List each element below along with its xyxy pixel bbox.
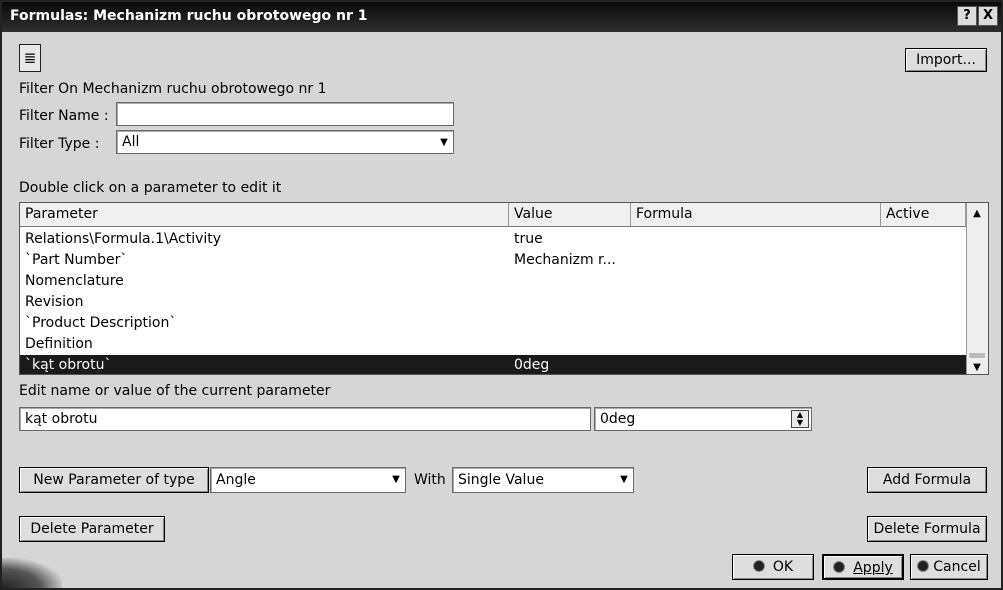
close-button[interactable]: X <box>978 6 998 26</box>
filter-type-select[interactable]: All ▼ <box>116 130 454 154</box>
chevron-down-icon: ▼ <box>620 474 628 485</box>
filter-type-label: Filter Type : <box>19 136 100 152</box>
cancel-button[interactable]: Cancel <box>910 554 988 580</box>
ok-radio-icon <box>752 560 765 572</box>
table-row[interactable]: Revision <box>20 292 966 313</box>
filter-type-value: All <box>122 134 140 150</box>
formulas-dialog: Formulas: Mechanizm ruchu obrotowego nr … <box>0 0 1003 590</box>
apply-label: Apply <box>853 560 893 576</box>
table-row[interactable]: Nomenclature <box>20 271 966 292</box>
column-header-formula[interactable]: Formula <box>631 203 881 227</box>
table-row[interactable]: `Product Description` <box>20 313 966 334</box>
parameter-cell: Relations\Formula.1\Activity <box>25 231 222 247</box>
value-cell: Mechanizm r... <box>514 252 616 268</box>
edit-label: Edit name or value of the current parame… <box>19 383 331 399</box>
column-header-parameter[interactable]: Parameter <box>20 203 509 227</box>
window-title: Formulas: Mechanizm ruchu obrotowego nr … <box>10 8 368 24</box>
table-row[interactable]: Relations\Formula.1\Activity true <box>20 229 966 250</box>
ok-label: OK <box>772 559 794 575</box>
filter-name-label: Filter Name : <box>19 108 109 124</box>
value-kind-select[interactable]: Single Value ▼ <box>452 467 634 493</box>
cancel-label: Cancel <box>933 559 981 575</box>
edit-value-text: 0deg <box>600 411 636 427</box>
edit-name-input[interactable]: kąt obrotu <box>19 407 591 431</box>
chevron-down-icon: ▼ <box>392 474 400 485</box>
table-row[interactable]: Definition <box>20 334 966 355</box>
delete-formula-button[interactable]: Delete Formula <box>867 516 987 542</box>
filter-name-input[interactable] <box>116 102 454 126</box>
cancel-radio-icon <box>917 560 930 572</box>
parameter-cell: Definition <box>25 336 93 352</box>
parameters-table[interactable]: Parameter Value Formula Active Relations… <box>19 202 989 375</box>
with-label: With <box>414 472 446 488</box>
value-kind-value: Single Value <box>458 472 544 488</box>
edit-value-spinner[interactable]: 0deg ▲ ▼ <box>594 407 812 431</box>
value-cell: 0deg <box>514 357 550 373</box>
parameter-type-value: Angle <box>216 472 256 488</box>
parameter-type-select[interactable]: Angle ▼ <box>210 467 406 493</box>
table-row[interactable]: `Part Number` Mechanizm r... <box>20 250 966 271</box>
formula-filter-icon[interactable]: ≣ <box>19 44 41 72</box>
import-button[interactable]: Import... <box>905 48 987 72</box>
parameter-cell: Revision <box>25 294 84 310</box>
parameter-cell: `kąt obrotu` <box>25 357 112 373</box>
scroll-thumb[interactable] <box>969 353 985 358</box>
corner-shadow <box>2 558 62 588</box>
ok-button[interactable]: OK <box>732 554 814 580</box>
apply-button[interactable]: Apply <box>822 554 904 580</box>
parameter-cell: `Part Number` <box>25 252 128 268</box>
table-row-selected[interactable]: `kąt obrotu` 0deg <box>20 355 966 374</box>
scroll-up-icon[interactable]: ▲ <box>968 205 986 223</box>
new-parameter-button[interactable]: New Parameter of type <box>19 467 209 493</box>
spinner-arrows-icon[interactable]: ▲ ▼ <box>791 410 809 428</box>
column-header-value[interactable]: Value <box>509 203 631 227</box>
vertical-scrollbar[interactable]: ▲ ▼ <box>966 203 988 374</box>
add-formula-button[interactable]: Add Formula <box>867 467 987 493</box>
chevron-down-icon: ▼ <box>440 137 448 148</box>
parameter-cell: `Product Description` <box>25 315 177 331</box>
title-bar: Formulas: Mechanizm ruchu obrotowego nr … <box>2 2 1001 32</box>
parameter-cell: Nomenclature <box>25 273 124 289</box>
help-button[interactable]: ? <box>957 6 977 26</box>
table-instruction: Double click on a parameter to edit it <box>19 180 282 196</box>
value-cell: true <box>514 231 543 247</box>
scroll-down-icon[interactable]: ▼ <box>968 359 986 374</box>
delete-parameter-button[interactable]: Delete Parameter <box>19 516 165 542</box>
apply-radio-icon <box>833 561 846 573</box>
filter-heading: Filter On Mechanizm ruchu obrotowego nr … <box>19 81 327 97</box>
column-header-active[interactable]: Active <box>881 203 966 227</box>
